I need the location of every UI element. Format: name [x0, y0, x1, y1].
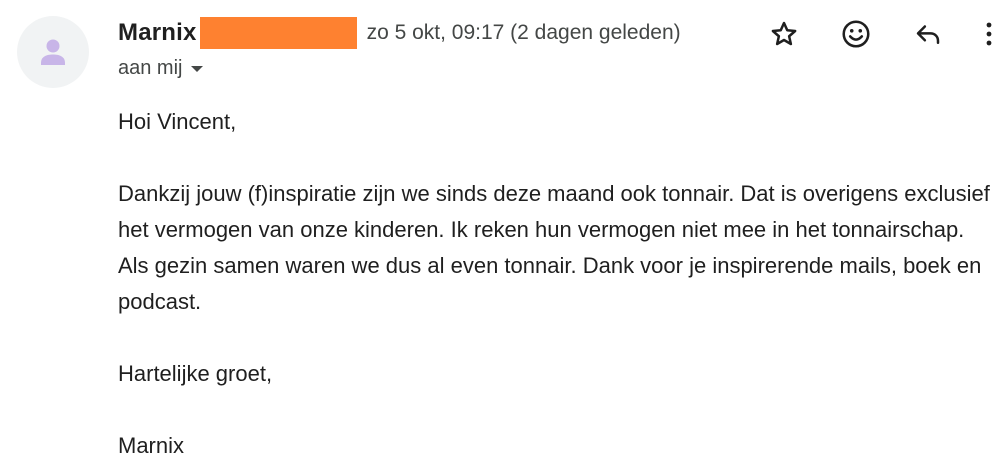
recipient-details-toggle[interactable]: aan mij: [118, 57, 204, 80]
emoji-smile-icon: [842, 20, 870, 48]
reply-icon: [916, 25, 940, 44]
star-button[interactable]: [764, 14, 804, 54]
recipient-label: aan mij: [118, 57, 183, 79]
email-message: Marnix zo 5 okt, 09:17 (2 dagen geleden): [0, 0, 1000, 466]
redacted-sender-email: [199, 17, 357, 49]
message-timestamp[interactable]: zo 5 okt, 09:17 (2 dagen geleden): [367, 21, 681, 45]
greeting: Hoi Vincent,: [118, 109, 237, 134]
sender-avatar[interactable]: [17, 16, 89, 88]
reply-button[interactable]: [908, 14, 948, 54]
body-paragraph: Dankzij jouw (f)inspiratie zijn we sinds…: [118, 181, 990, 314]
person-icon: [41, 39, 65, 65]
message-actions: [764, 14, 1000, 54]
closing: Hartelijke groet,: [118, 361, 273, 386]
signature: Marnix: [118, 433, 185, 458]
caret-down-icon: [191, 65, 204, 72]
message-header: Marnix zo 5 okt, 09:17 (2 dagen geleden): [118, 16, 681, 50]
more-options-button[interactable]: [978, 14, 1000, 54]
star-outline-icon: [771, 21, 797, 46]
add-reaction-button[interactable]: [836, 14, 876, 54]
sender-name[interactable]: Marnix: [118, 19, 197, 47]
more-vert-icon: [986, 22, 992, 46]
message-body: Hoi Vincent, Dankzij jouw (f)inspiratie …: [118, 104, 998, 464]
